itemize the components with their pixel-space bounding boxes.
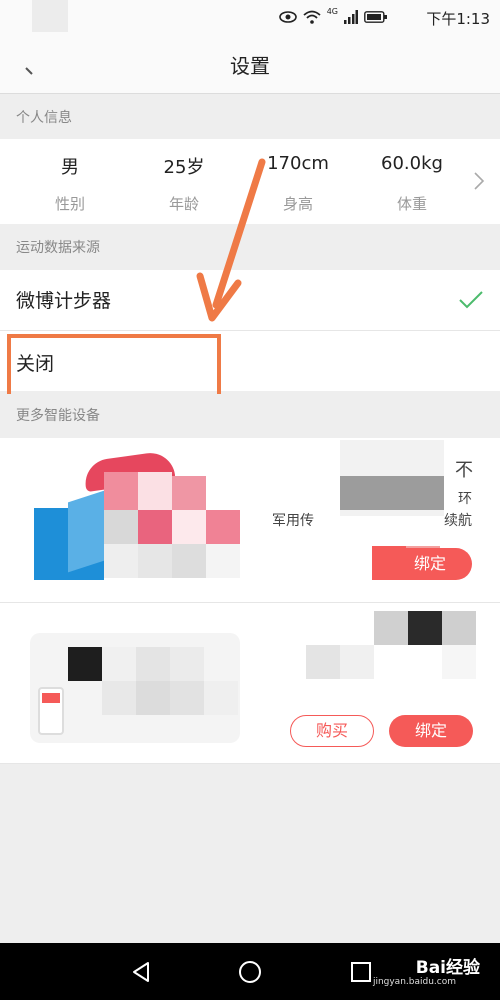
navigation-bar: Bai经验 jingyan.baidu.com <box>0 943 500 1000</box>
mosaic-block <box>136 647 170 681</box>
mosaic-block <box>172 510 206 544</box>
mosaic-block <box>136 681 170 715</box>
device-desc-right: 续航 <box>444 513 472 529</box>
home-circle-icon[interactable] <box>237 959 263 985</box>
device-card-band[interactable]: 军用传 不 环 续航 绑定 <box>0 438 500 602</box>
mosaic-block <box>206 510 240 544</box>
phone-screen <box>42 693 60 703</box>
mosaic-block <box>138 544 172 578</box>
mosaic-block <box>170 681 204 715</box>
mosaic-block <box>340 645 374 679</box>
mosaic-block <box>104 472 138 510</box>
mosaic-block <box>340 476 444 510</box>
mosaic-block <box>102 681 136 715</box>
mosaic-block <box>442 611 476 645</box>
bind-button[interactable]: 绑定 <box>388 548 472 580</box>
back-triangle-icon[interactable] <box>128 959 154 985</box>
mosaic-block <box>104 544 138 578</box>
mosaic-block <box>408 611 442 645</box>
mosaic-block <box>138 510 172 544</box>
section-header-more-devices: 更多智能设备 <box>0 394 500 438</box>
device-desc-right: 不 <box>455 460 473 481</box>
mosaic-block <box>306 645 340 679</box>
mosaic-block <box>104 510 138 544</box>
annotation-arrow-icon <box>196 158 266 322</box>
divider <box>0 763 500 764</box>
mosaic-block <box>204 681 238 715</box>
mosaic-block <box>442 645 476 679</box>
watermark-domain: jingyan.baidu.com <box>372 977 456 987</box>
device-desc-right: 环 <box>458 491 472 507</box>
mosaic-block <box>172 544 206 578</box>
bind-button[interactable]: 绑定 <box>389 715 473 747</box>
mosaic-block <box>374 611 408 645</box>
watermark-brand: Bai经验 <box>415 958 480 978</box>
mosaic-block <box>68 647 102 681</box>
buy-button[interactable]: 购买 <box>290 715 374 747</box>
mosaic-block <box>170 647 204 681</box>
mosaic-block <box>206 544 240 578</box>
recents-square-icon[interactable] <box>348 959 374 985</box>
device-card-scale[interactable]: 购买 绑定 <box>0 603 500 763</box>
mosaic-block <box>102 647 136 681</box>
mosaic-block <box>172 476 206 510</box>
mosaic-block <box>138 472 172 510</box>
device-desc: 军用传 <box>272 513 314 529</box>
